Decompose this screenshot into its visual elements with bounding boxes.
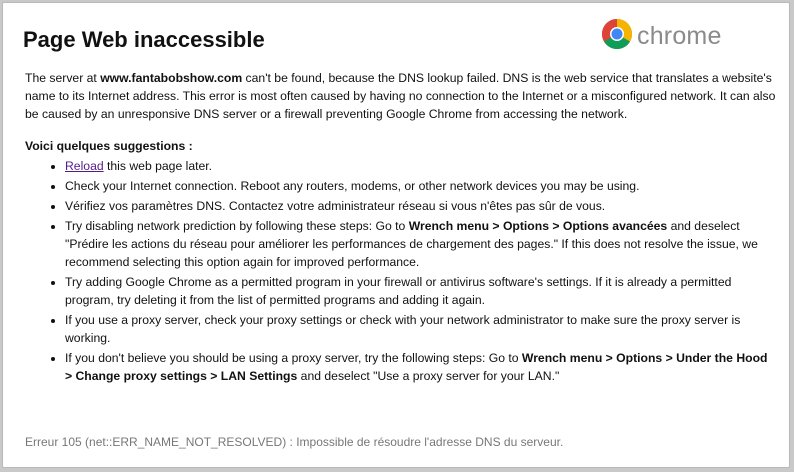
suggestion-check-connection: Check your Internet connection. Reboot a…: [65, 177, 777, 195]
item4-menu-path: Wrench menu > Options > Options avancées: [408, 219, 668, 233]
hostname: www.fantabobshow.com: [100, 71, 243, 85]
item4-text-a: Try disabling network prediction by foll…: [65, 219, 409, 233]
suggestions-heading: Voici quelques suggestions :: [25, 139, 193, 153]
reload-rest: this web page later.: [103, 159, 213, 173]
suggestion-firewall: Try adding Google Chrome as a permitted …: [65, 273, 777, 309]
suggestion-proxy-disable: If you don't believe you should be using…: [65, 349, 777, 385]
intro-paragraph: The server at www.fantabobshow.com can't…: [25, 69, 777, 123]
error-body: The server at www.fantabobshow.com can't…: [25, 69, 777, 387]
suggestions-list: Reload this web page later. Check your I…: [25, 157, 777, 385]
item7-text-c: and deselect "Use a proxy server for you…: [297, 369, 560, 383]
intro-prefix: The server at: [25, 71, 101, 85]
item7-text-a: If you don't believe you should be using…: [65, 351, 522, 365]
page-title: Page Web inaccessible: [23, 27, 265, 52]
error-code: Erreur 105 (net::ERR_NAME_NOT_RESOLVED) …: [25, 435, 564, 449]
chrome-logo: chrome: [601, 18, 722, 55]
suggestion-reload: Reload this web page later.: [65, 157, 777, 175]
suggestion-network-prediction: Try disabling network prediction by foll…: [65, 217, 777, 271]
suggestion-dns-settings: Vérifiez vos paramètres DNS. Contactez v…: [65, 197, 777, 215]
chrome-logo-icon: [601, 18, 633, 55]
reload-link[interactable]: Reload: [65, 159, 104, 173]
error-page: Page Web inaccessible chrome The server …: [2, 2, 790, 468]
chrome-wordmark: chrome: [637, 21, 722, 50]
suggestion-proxy-check: If you use a proxy server, check your pr…: [65, 311, 777, 347]
